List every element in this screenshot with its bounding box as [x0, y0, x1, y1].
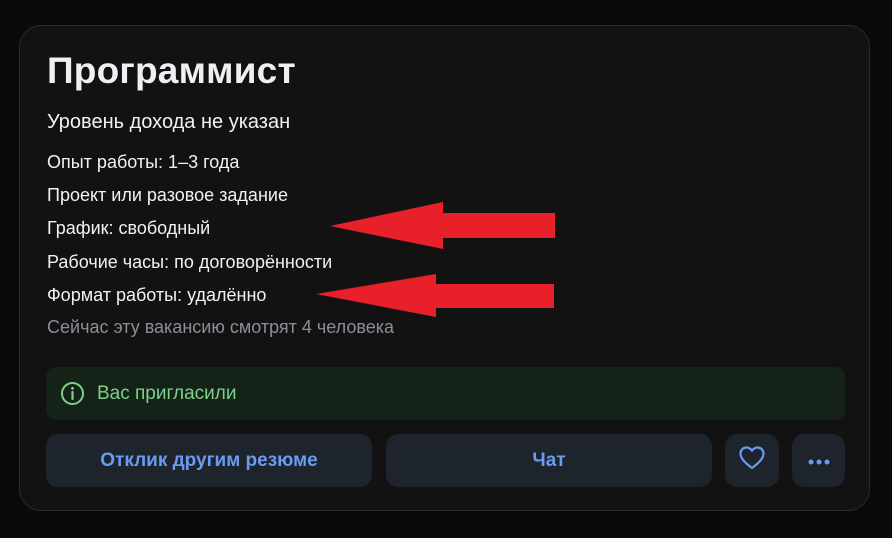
working-hours-info: Рабочие часы: по договорённости [47, 252, 333, 272]
vacancy-title[interactable]: Программист [47, 48, 296, 94]
info-circle-icon [60, 381, 85, 406]
schedule-info: График: свободный [47, 218, 211, 238]
more-options-button[interactable] [792, 434, 845, 487]
more-horizontal-icon [807, 450, 831, 472]
experience-info: Опыт работы: 1–3 года [47, 152, 240, 172]
work-format-info: Формат работы: удалённо [47, 285, 267, 305]
vacancy-card: Программист Уровень дохода не указан Опы… [19, 25, 870, 511]
salary-info: Уровень дохода не указан [47, 111, 291, 133]
invite-status-text: Вас пригласили [97, 382, 237, 404]
heart-icon [738, 445, 766, 477]
viewers-count: Сейчас эту вакансию смотрят 4 человека [47, 317, 395, 337]
chat-button-label: Чат [532, 449, 566, 471]
employment-type-info: Проект или разовое задание [47, 185, 288, 205]
chat-button[interactable]: Чат [386, 434, 712, 487]
invite-banner: Вас пригласили [46, 367, 845, 420]
favorite-button[interactable] [725, 434, 779, 487]
respond-button-label: Отклик другим резюме [100, 449, 318, 471]
respond-other-resume-button[interactable]: Отклик другим резюме [46, 434, 372, 487]
